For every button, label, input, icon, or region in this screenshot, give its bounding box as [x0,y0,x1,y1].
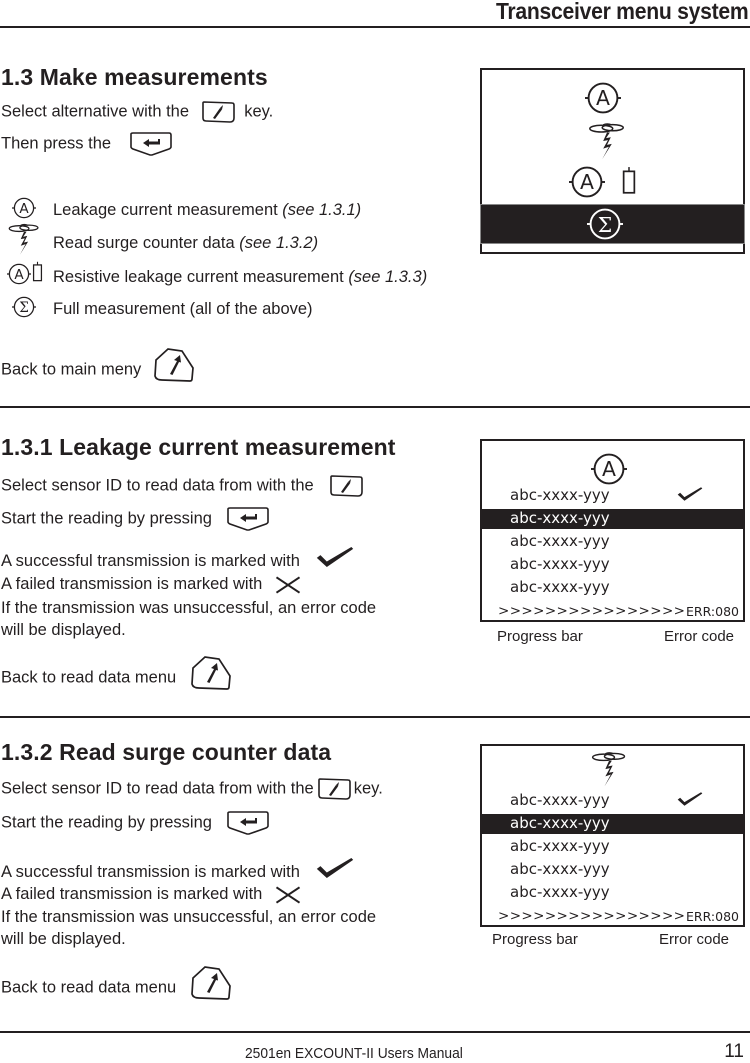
section-divider [0,406,750,408]
menu-item-full-measurement-selected[interactable] [480,204,745,244]
device-screen-sensor-list: abc-xxxx-yyy abc-xxxx-yyy abc-xxxx-yyy a… [480,439,745,622]
menu-item-leakage-current[interactable] [579,80,627,116]
ammeter-icon [3,262,35,286]
legend-label: Leakage current measurement [53,201,283,219]
progress-bar: >>>>>>>>>>>>>>>> [498,603,686,619]
instruction-text: Back to main meny [1,360,142,379]
instruction-text: A successful transmission is marked with [1,863,300,881]
section-heading: 1.3.1 Leakage current measurement [1,434,396,460]
select-instruction: Select sensor ID to read data from with … [1,777,383,801]
resistor-icon [621,166,637,196]
menu-item-resistive-leakage[interactable] [563,164,653,200]
select-key-icon [200,100,236,124]
section-heading: 1.3.2 Read surge counter data [1,739,332,765]
checkmark-icon [315,545,355,569]
section-heading: 1.3 Make measurements [1,64,268,90]
back-instruction: Back to main meny [1,356,196,384]
success-instruction: A successful transmission is marked with [1,551,355,571]
surge-lightning-icon [6,222,42,258]
sensor-row-selected[interactable]: abc-xxxx-yyy [510,509,610,527]
error-code: ERR:080 [686,909,739,924]
progress-bar: >>>>>>>>>>>>>>>> [498,908,686,924]
instruction-text: Start the reading by pressing [1,509,212,528]
sensor-row[interactable]: abc-xxxx-yyy [510,578,610,596]
instruction-text: Back to read data menu [1,668,177,687]
page-number: 11 [724,1041,744,1062]
enter-key-icon [128,131,174,157]
progress-bar-caption: Progress bar [492,931,578,948]
select-instruction: Select sensor ID to read data from with … [1,474,364,498]
legend-label: Read surge counter data [53,234,240,252]
legend-ref: (see 1.3.3) [348,268,428,286]
back-key-icon [189,654,233,692]
sigma-icon [8,295,40,319]
instruction-text: Then press the [1,134,112,153]
ammeter-icon [585,451,633,487]
cross-icon [271,575,305,595]
footer-rule [0,1031,750,1033]
sensor-row-selected[interactable]: abc-xxxx-yyy [510,814,610,832]
success-instruction: A successful transmission is marked with [1,862,355,882]
legend-label: Full measurement (all of the above) [53,300,313,318]
error-info: will be displayed. [1,930,126,948]
ammeter-icon [8,196,40,220]
error-info: If the transmission was unsuccessful, an… [1,599,377,617]
ammeter-icon [563,164,611,200]
fail-instruction: A failed transmission is marked with [1,884,305,905]
select-key-icon [328,474,364,498]
error-info: will be displayed. [1,621,126,639]
sensor-row[interactable]: abc-xxxx-yyy [510,791,610,809]
sensor-row[interactable]: abc-xxxx-yyy [510,555,610,573]
error-info: If the transmission was unsuccessful, an… [1,908,377,926]
sigma-icon [580,206,630,242]
resistor-icon [32,261,43,283]
instruction-text: A failed transmission is marked with [1,885,263,903]
enter-key-icon [225,810,271,836]
device-screen-sensor-list: abc-xxxx-yyy abc-xxxx-yyy abc-xxxx-yyy a… [480,744,745,927]
fail-instruction: A failed transmission is marked with [1,574,305,595]
page-title: Transceiver menu system [495,0,749,24]
sensor-row[interactable]: abc-xxxx-yyy [510,860,610,878]
start-instruction: Start the reading by pressing [1,506,271,532]
progress-bar-caption: Progress bar [497,628,583,645]
enter-instruction: Then press the [1,131,174,157]
surge-lightning-icon [589,750,629,790]
instruction-text: Select alternative with the [1,102,190,121]
legend-ref: (see 1.3.1) [282,201,362,219]
legend-ref: (see 1.3.2) [239,234,319,252]
instruction-text: key. [244,102,274,121]
sensor-row[interactable]: abc-xxxx-yyy [510,532,610,550]
header-rule [0,26,750,28]
select-key-icon [316,777,352,801]
checkmark-icon [674,486,706,502]
back-instruction: Back to read data menu [1,974,233,1002]
footer-manual-title: 2501en EXCOUNT-II Users Manual [245,1045,463,1062]
sensor-row[interactable]: abc-xxxx-yyy [510,486,610,504]
select-instruction: Select alternative with the key. [1,100,273,124]
instruction-text: Back to read data menu [1,978,177,997]
checkmark-icon [315,856,355,880]
start-instruction: Start the reading by pressing [1,810,271,836]
back-key-icon [189,964,233,1002]
menu-item-surge-counter[interactable] [586,120,628,164]
instruction-text: Select sensor ID to read data from with … [1,476,314,495]
instruction-text: Select sensor ID to read data from with … [1,779,314,798]
enter-key-icon [225,506,271,532]
back-instruction: Back to read data menu [1,664,233,692]
instruction-text: key. [353,779,383,798]
sensor-row[interactable]: abc-xxxx-yyy [510,837,610,855]
checkmark-icon [674,791,706,807]
error-code-caption: Error code [659,931,730,948]
instruction-text: Start the reading by pressing [1,813,212,832]
section-divider [0,716,750,718]
cross-icon [271,885,305,905]
device-screen-measurement-menu [480,68,745,254]
instruction-text: A successful transmission is marked with [1,552,300,570]
error-code: ERR:080 [686,604,739,619]
error-code-caption: Error code [664,628,735,645]
back-key-icon [152,346,196,384]
legend-label: Resistive leakage current measurement [53,268,349,286]
instruction-text: A failed transmission is marked with [1,575,263,593]
sensor-row[interactable]: abc-xxxx-yyy [510,883,610,901]
